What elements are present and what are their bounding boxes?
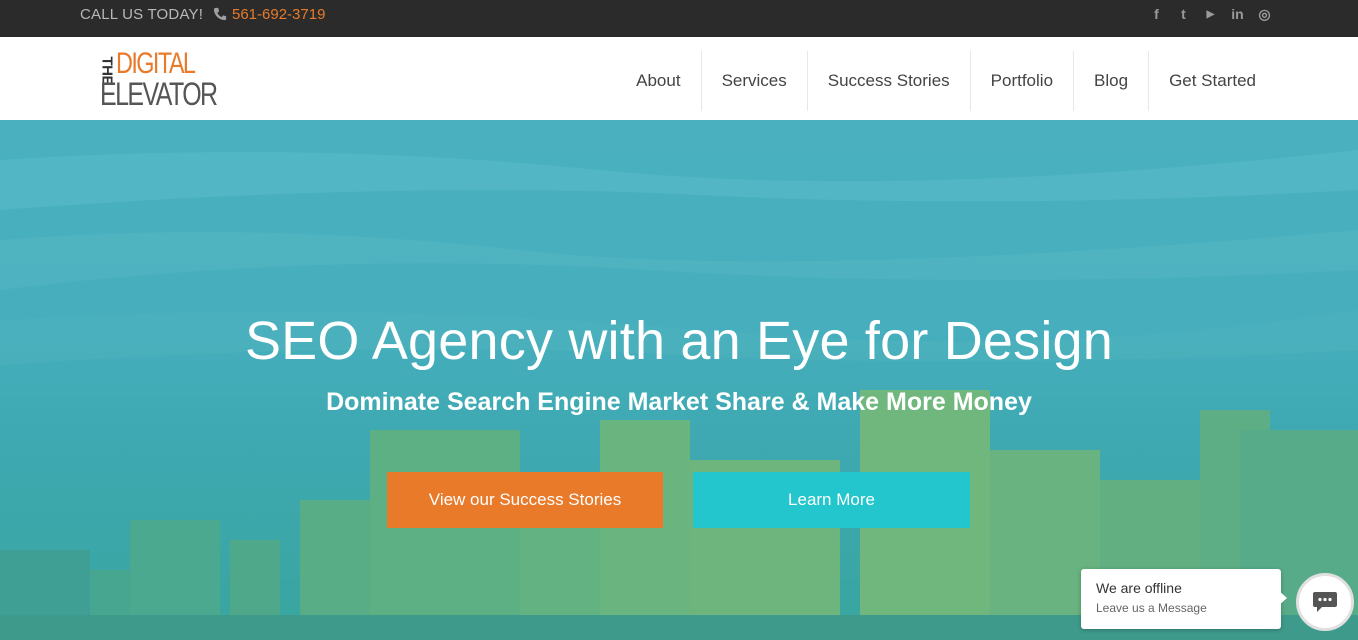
learn-more-button[interactable]: Learn More — [693, 472, 970, 528]
facebook-icon[interactable]: f — [1148, 6, 1165, 23]
chat-icon — [1313, 592, 1337, 612]
nav-item-portfolio[interactable]: Portfolio — [969, 51, 1073, 111]
logo-digital: DIGITAL — [116, 47, 196, 80]
chat-icon-wrap — [1303, 580, 1347, 624]
nav-item-get-started[interactable]: Get Started — [1148, 51, 1276, 111]
nav-item-success-stories[interactable]: Success Stories — [806, 51, 970, 111]
main-nav: About Services Success Stories Portfolio… — [616, 51, 1276, 111]
nav-item-blog[interactable]: Blog — [1073, 51, 1148, 111]
hero-title: SEO Agency with an Eye for Design — [244, 311, 1114, 371]
youtube-icon[interactable]: ▶ — [1202, 6, 1219, 23]
chat-offline-bubble[interactable]: We are offline Leave us a Message — [1081, 569, 1281, 629]
instagram-icon[interactable]: ◎ — [1256, 6, 1273, 23]
hero-subtitle: Dominate Search Engine Market Share & Ma… — [326, 388, 1032, 416]
twitter-icon[interactable]: t — [1175, 6, 1192, 23]
site-logo[interactable]: THE DIGITAL ELEVATOR — [99, 47, 219, 111]
chat-prompt: Leave us a Message — [1096, 601, 1207, 615]
call-us-label: CALL US TODAY! — [80, 6, 204, 23]
site-header: THE DIGITAL ELEVATOR About Services Succ… — [0, 37, 1358, 120]
logo-elevator: ELEVATOR — [100, 76, 218, 112]
phone-icon — [213, 7, 227, 21]
nav-item-services[interactable]: Services — [700, 51, 807, 111]
nav-item-about[interactable]: About — [616, 51, 700, 111]
view-success-stories-button[interactable]: View our Success Stories — [387, 472, 663, 528]
top-bar: CALL US TODAY! 561-692-3719 f t ▶ in ◎ — [0, 0, 1358, 37]
chat-status: We are offline — [1096, 580, 1182, 596]
hero-section: SEO Agency with an Eye for Design Domina… — [0, 120, 1358, 640]
social-links: f t ▶ in ◎ — [1148, 6, 1273, 23]
linkedin-icon[interactable]: in — [1229, 6, 1246, 23]
chat-bubble-tail — [1278, 590, 1287, 606]
phone-link[interactable]: 561-692-3719 — [232, 6, 325, 23]
chat-launcher-button[interactable] — [1296, 573, 1354, 631]
